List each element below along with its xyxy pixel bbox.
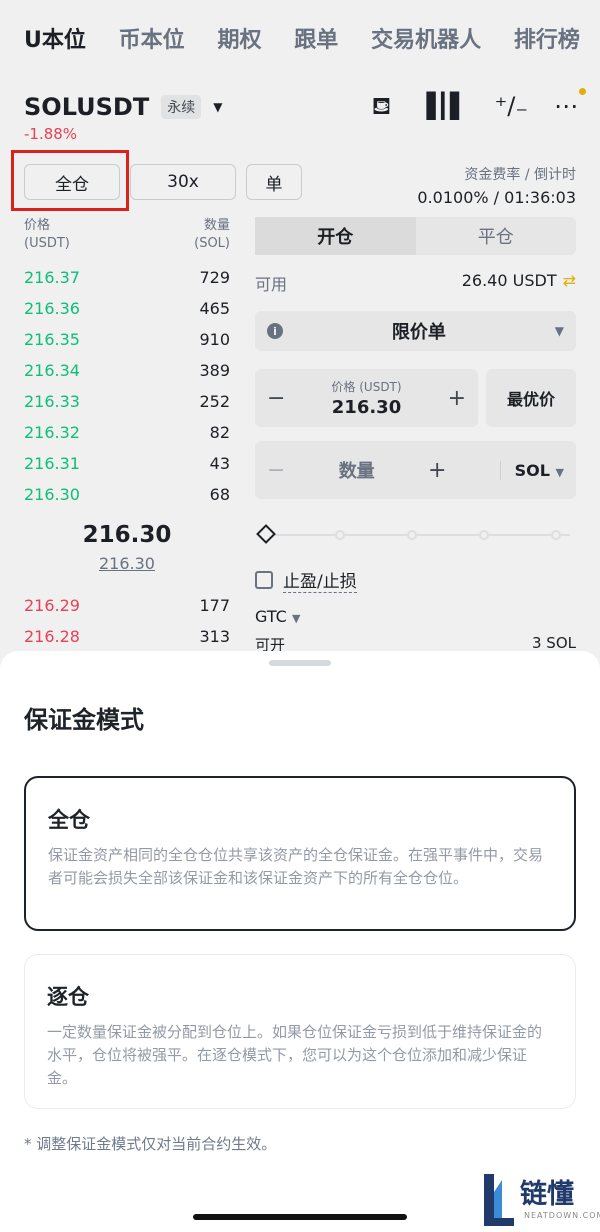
isolated-margin-option[interactable]: 逐仓 一定数量保证金被分配到仓位上。如果仓位保证金亏损到低于维持保证金的水平，仓… <box>24 954 576 1109</box>
isolated-margin-title: 逐仓 <box>47 985 89 1009</box>
footnote: * 调整保证金模式仅对当前合约生效。 <box>24 1135 277 1153</box>
margin-mode-sheet: 保证金模式 全仓 保证金资产相同的全仓仓位共享该资产的全仓保证金。在强平事件中，… <box>0 651 600 1232</box>
cross-margin-title: 全仓 <box>48 808 90 832</box>
watermark-subtext: NEATDOWN.COM <box>524 1211 600 1220</box>
cross-margin-option[interactable]: 全仓 保证金资产相同的全仓仓位共享该资产的全仓保证金。在强平事件中，交易者可能会… <box>24 776 576 931</box>
cross-margin-description: 保证金资产相同的全仓仓位共享该资产的全仓保证金。在强平事件中，交易者可能会损失全… <box>48 846 544 887</box>
watermark-logo: 链懂 NEATDOWN.COM <box>480 1172 600 1228</box>
logo-mark-icon <box>484 1174 514 1226</box>
drag-handle[interactable] <box>269 660 331 666</box>
sheet-title: 保证金模式 <box>24 706 144 734</box>
watermark-text: 链懂 <box>520 1179 574 1210</box>
home-indicator[interactable] <box>193 1214 407 1220</box>
isolated-margin-description: 一定数量保证金被分配到仓位上。如果仓位保证金亏损到低于维持保证金的水平，仓位将被… <box>47 1023 543 1087</box>
